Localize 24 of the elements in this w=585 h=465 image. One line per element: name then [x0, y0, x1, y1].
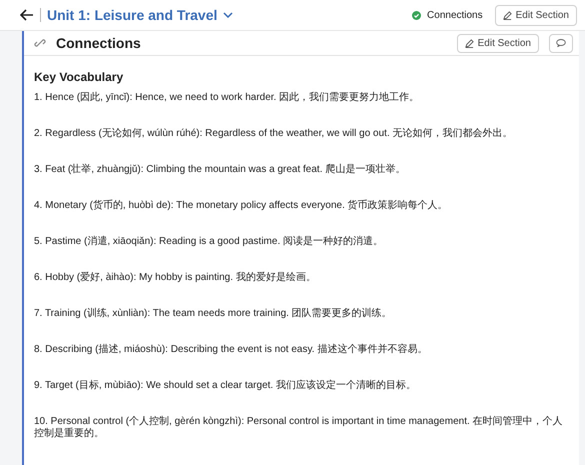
comment-button[interactable]: [549, 34, 573, 52]
edit-section-button[interactable]: Edit Section: [494, 4, 577, 26]
vocabulary-entry: 7. Training (训练, xùnliàn): The team needs more training. 团队需要更多的训练。: [34, 308, 393, 320]
vocabulary-entry: 4. Monetary (货币的, huòbì de): The monetary policy affects everyone. 货币政策影响每个人。: [34, 200, 449, 212]
link-icon: [34, 37, 46, 49]
pencil-icon: [502, 10, 512, 20]
vocabulary-entry: 8. Describing (描述, miáoshù): Describing the event is not easy. 描述这个事件并不容易。: [34, 344, 428, 356]
vocabulary-entry: 9. Target (目标, mùbiāo): We should set a clear target. 我们应该设定一个清晰的目标。: [34, 380, 417, 392]
chevron-down-icon[interactable]: [223, 12, 234, 18]
check-circle-icon: [412, 10, 422, 20]
vocabulary-entry: 1. Hence (因此, yīncǐ): Hence, we need to work harder. 因此，我们需要更努力地工作。: [34, 92, 420, 104]
speech-bubble-icon: [556, 39, 566, 47]
vocabulary-entry: 2. Regardless (无论如何, wúlùn rúhé): Regardless of the weather, we will go out. 无论如何，我们都会外出。: [34, 128, 514, 140]
vocabulary-entry: 10. Personal control (个人控制, gèrén kòngzhì): Personal control is important in time management. 在时间管理中，个人控制是重要的。: [34, 416, 564, 440]
status-label: Connections: [427, 10, 483, 20]
vocabulary-heading: Key Vocabulary: [34, 70, 124, 84]
unit-title[interactable]: Unit 1: Leisure and Travel: [47, 7, 218, 23]
edit-section-button[interactable]: Edit Section: [456, 34, 539, 52]
section-title: Connections: [56, 35, 141, 51]
vocabulary-entry: 6. Hobby (爱好, àihào): My hobby is painting. 我的爱好是绘画。: [34, 272, 317, 284]
back-arrow-icon[interactable]: [20, 9, 34, 21]
vocabulary-entry: 5. Pastime (消遣, xiāoqiǎn): Reading is a good pastime. 阅读是一种好的消遣。: [34, 236, 384, 248]
pencil-icon: [464, 38, 474, 48]
vocabulary-entry: 3. Feat (壮举, zhuàngjǔ): Climbing the mountain was a great feat. 爬山是一项壮举。: [34, 164, 406, 176]
